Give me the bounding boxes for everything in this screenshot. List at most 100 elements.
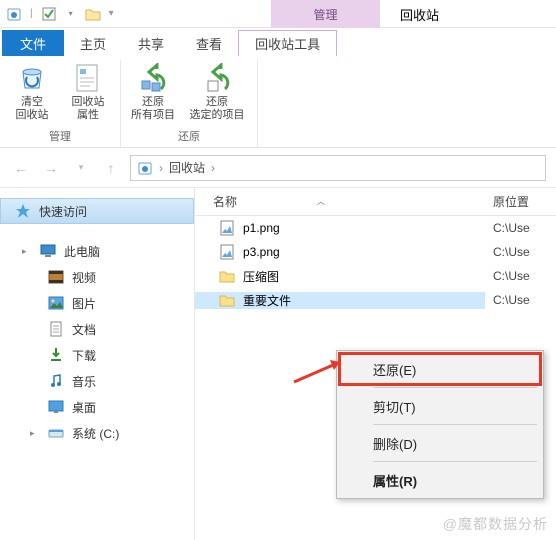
file-name: 压缩图 (243, 268, 279, 285)
file-name: 重要文件 (243, 292, 291, 309)
restore-selected-icon (201, 62, 233, 94)
crumb-sep: › (211, 161, 215, 175)
label: 文档 (72, 321, 96, 338)
label: 下载 (72, 347, 96, 364)
nav-pictures[interactable]: 图片 (0, 290, 194, 316)
label: 音乐 (72, 373, 96, 390)
nav-this-pc[interactable]: ▸ 此电脑 (0, 238, 194, 264)
label: 还原 所有项目 (131, 96, 175, 122)
chevron-right-icon: ▸ (30, 428, 40, 439)
label: 视频 (72, 269, 96, 286)
navigation-pane: 快速访问 ▸ 此电脑 视频 图片 (0, 188, 195, 540)
ctx-cut[interactable]: 剪切(T) (339, 390, 541, 422)
ribbon-tabs: 管理 回收站 文件 主页 共享 查看 回收站工具 (0, 28, 556, 56)
nav-recent-dropdown[interactable]: ▾ (70, 157, 92, 179)
pc-icon (40, 243, 56, 259)
label: 回收站 属性 (72, 96, 105, 122)
nav-videos[interactable]: 视频 (0, 264, 194, 290)
file-row[interactable]: 压缩图 C:\Use (195, 264, 556, 288)
ctx-properties[interactable]: 属性(R) (339, 464, 541, 496)
qat-sep: | (30, 8, 33, 19)
pictures-icon (48, 295, 64, 311)
empty-recycle-button[interactable]: 清空 回收站 (8, 60, 56, 126)
nav-music[interactable]: 音乐 (0, 368, 194, 394)
documents-icon (48, 321, 64, 337)
folder-icon (219, 268, 235, 284)
breadcrumb-root[interactable]: 回收站 (169, 159, 205, 176)
recycle-properties-button[interactable]: 回收站 属性 (64, 60, 112, 126)
nav-drive-c[interactable]: ▸ 系统 (C:) (0, 420, 194, 446)
label: 清空 回收站 (16, 96, 49, 122)
nav-up-button[interactable]: ↑ (100, 157, 122, 179)
recycle-bin-icon (6, 6, 22, 22)
image-file-icon (219, 244, 235, 260)
ribbon-group-manage: 清空 回收站 回收站 属性 管理 (0, 60, 121, 147)
ctx-sep (373, 424, 537, 425)
col-location[interactable]: 原位置 (485, 188, 556, 215)
label: 图片 (72, 295, 96, 312)
nav-documents[interactable]: 文档 (0, 316, 194, 342)
column-headers: 名称 ︿ 原位置 (195, 188, 556, 216)
file-location: C:\Use (485, 221, 556, 235)
ctx-sep (373, 461, 537, 462)
file-location: C:\Use (485, 245, 556, 259)
folder-icon[interactable] (85, 6, 101, 22)
crumb-sep: › (159, 161, 163, 175)
music-icon (48, 373, 64, 389)
context-tab-manage: 管理 (271, 0, 380, 28)
image-file-icon (219, 220, 235, 236)
tab-view[interactable]: 查看 (180, 30, 238, 56)
tab-file[interactable]: 文件 (2, 30, 64, 56)
checkbox-icon[interactable] (41, 6, 57, 22)
file-name: p3.png (243, 245, 280, 259)
col-name[interactable]: 名称 ︿ (195, 188, 485, 215)
ctx-restore[interactable]: 还原(E) (339, 353, 541, 385)
properties-icon (72, 62, 104, 94)
ctx-delete[interactable]: 删除(D) (339, 427, 541, 459)
tab-share[interactable]: 共享 (122, 30, 180, 56)
file-row[interactable]: p1.png C:\Use (195, 216, 556, 240)
download-icon (48, 347, 64, 363)
nav-downloads[interactable]: 下载 (0, 342, 194, 368)
label: 还原 选定的项目 (190, 96, 245, 122)
tab-recycle-tools[interactable]: 回收站工具 (238, 30, 337, 56)
ctx-sep (373, 387, 537, 388)
ribbon-group-restore: 还原 所有项目 还原 选定的项目 还原 (121, 60, 258, 147)
sort-caret-icon: ︿ (317, 196, 325, 207)
file-row[interactable]: 重要文件 C:\Use (195, 288, 556, 312)
file-row[interactable]: p3.png C:\Use (195, 240, 556, 264)
recycle-bin-icon (137, 160, 153, 176)
restore-all-icon (137, 62, 169, 94)
label: 此电脑 (64, 243, 100, 260)
restore-all-button[interactable]: 还原 所有项目 (129, 60, 177, 126)
address-bar: ← → ▾ ↑ › 回收站 › (0, 148, 556, 188)
video-icon (48, 269, 64, 285)
chevron-down-icon[interactable]: ▾ (63, 6, 79, 22)
file-name: p1.png (243, 221, 280, 235)
recycle-bin-icon (16, 62, 48, 94)
file-location: C:\Use (485, 269, 556, 283)
folder-icon (219, 292, 235, 308)
drive-icon (48, 425, 64, 441)
watermark: @魔都数据分析 (443, 514, 548, 534)
label: 系统 (C:) (72, 425, 119, 442)
label: 桌面 (72, 399, 96, 416)
chevron-right-icon: ▸ (22, 246, 32, 257)
group-label: 管理 (49, 126, 71, 147)
star-icon (15, 203, 31, 219)
nav-forward-button[interactable]: → (40, 157, 62, 179)
qat-dropdown[interactable]: ▾ (109, 8, 114, 19)
restore-selected-button[interactable]: 还原 选定的项目 (185, 60, 249, 126)
group-label: 还原 (178, 126, 200, 147)
quick-access-toolbar: | ▾ ▾ (0, 0, 122, 27)
file-location: C:\Use (485, 293, 556, 307)
desktop-icon (48, 399, 64, 415)
nav-desktop[interactable]: 桌面 (0, 394, 194, 420)
tab-home[interactable]: 主页 (64, 30, 122, 56)
ribbon: 清空 回收站 回收站 属性 管理 还原 所有项目 还原 (0, 56, 556, 148)
nav-quick-access[interactable]: 快速访问 (0, 198, 194, 224)
window-title: 回收站 (400, 0, 439, 28)
nav-back-button[interactable]: ← (10, 157, 32, 179)
address-field[interactable]: › 回收站 › (130, 155, 546, 181)
label: 快速访问 (39, 203, 87, 220)
